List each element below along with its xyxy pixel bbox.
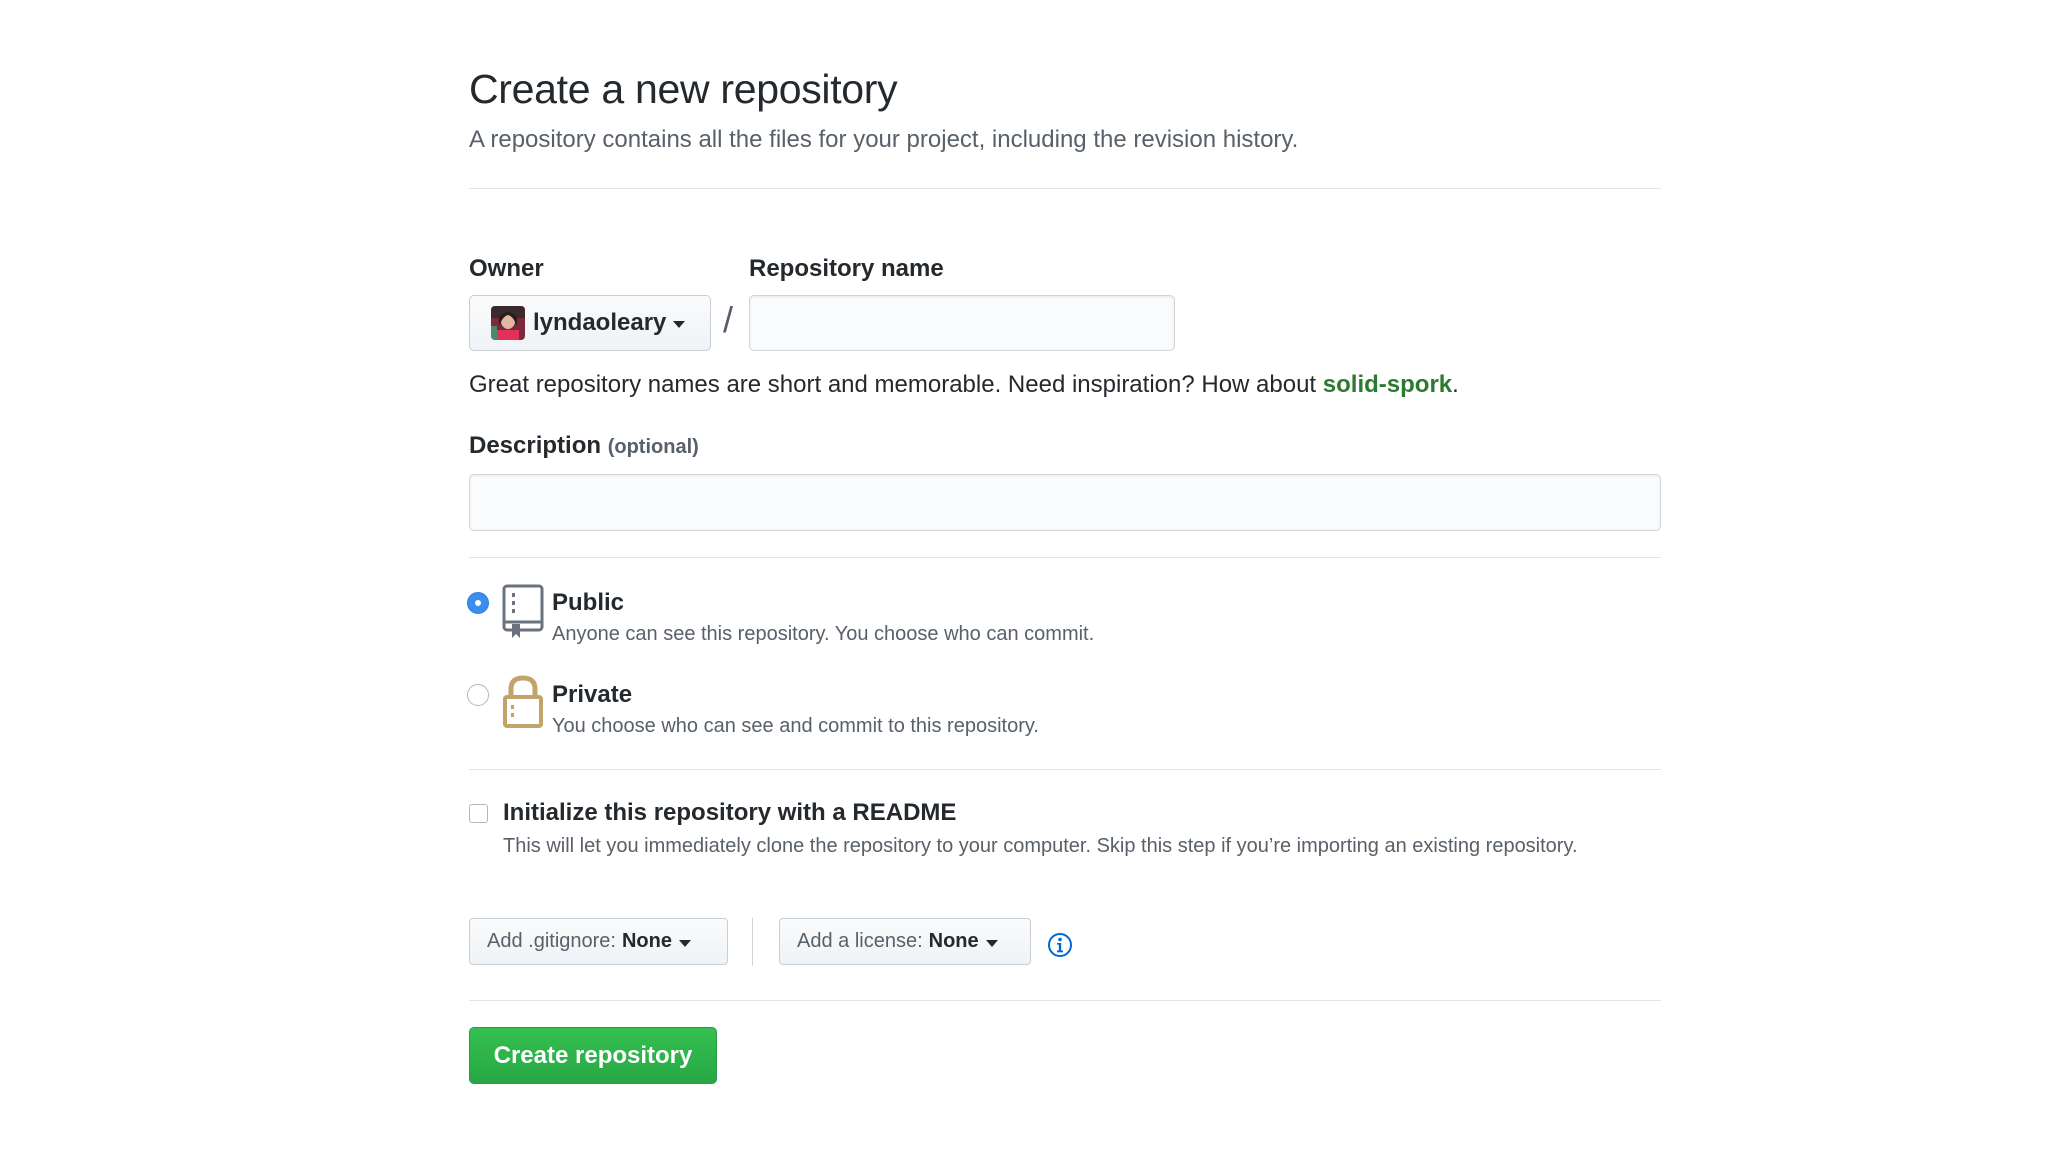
license-value: None: [928, 930, 979, 952]
divider: [469, 188, 1661, 189]
public-radio[interactable]: [467, 592, 489, 614]
owner-dropdown[interactable]: lyndaoleary: [469, 295, 711, 351]
hint-text: Great repository names are short and mem…: [469, 371, 1323, 398]
private-description: You choose who can see and commit to thi…: [552, 715, 1039, 737]
init-readme-description: This will let you immediately clone the …: [503, 835, 1578, 857]
hint-period: .: [1452, 371, 1459, 398]
divider: [469, 1000, 1661, 1001]
description-label: Description (optional): [469, 432, 699, 460]
divider: [469, 769, 1661, 770]
repo-name-label: Repository name: [749, 255, 944, 282]
public-description: Anyone can see this repository. You choo…: [552, 623, 1095, 645]
description-label-text: Description: [469, 432, 602, 459]
owner-label: Owner: [469, 255, 544, 282]
chevron-down-icon: [678, 939, 691, 947]
lock-icon: [502, 675, 544, 734]
init-readme-checkbox[interactable]: [469, 804, 488, 823]
repo-name-input[interactable]: [749, 295, 1175, 351]
info-icon[interactable]: [1047, 932, 1073, 963]
page-subtitle: A repository contains all the files for …: [469, 126, 1299, 153]
init-readme-title: Initialize this repository with a README: [503, 799, 957, 826]
license-label: Add a license:: [797, 930, 923, 952]
vertical-divider: [752, 918, 753, 966]
repo-name-hint: Great repository names are short and mem…: [469, 371, 1459, 399]
gitignore-dropdown[interactable]: Add .gitignore: None: [469, 918, 728, 965]
private-radio[interactable]: [467, 684, 489, 706]
description-input[interactable]: [469, 474, 1661, 531]
page-title: Create a new repository: [469, 66, 898, 112]
owner-repo-separator: /: [723, 299, 734, 340]
avatar: [491, 306, 525, 340]
owner-name: lyndaoleary: [533, 309, 667, 336]
divider: [469, 557, 1661, 558]
optional-note: (optional): [607, 436, 699, 458]
gitignore-label: Add .gitignore:: [487, 930, 616, 952]
repo-book-icon: [502, 584, 544, 645]
public-title: Public: [552, 589, 625, 616]
page: Create a new repository A repository con…: [0, 0, 2048, 1152]
private-title: Private: [552, 681, 633, 708]
suggested-name-link[interactable]: solid-spork: [1323, 371, 1452, 398]
gitignore-value: None: [621, 930, 672, 952]
license-dropdown[interactable]: Add a license: None: [779, 918, 1031, 965]
chevron-down-icon: [673, 321, 686, 328]
create-repository-button[interactable]: Create repository: [469, 1027, 717, 1084]
chevron-down-icon: [985, 939, 998, 947]
